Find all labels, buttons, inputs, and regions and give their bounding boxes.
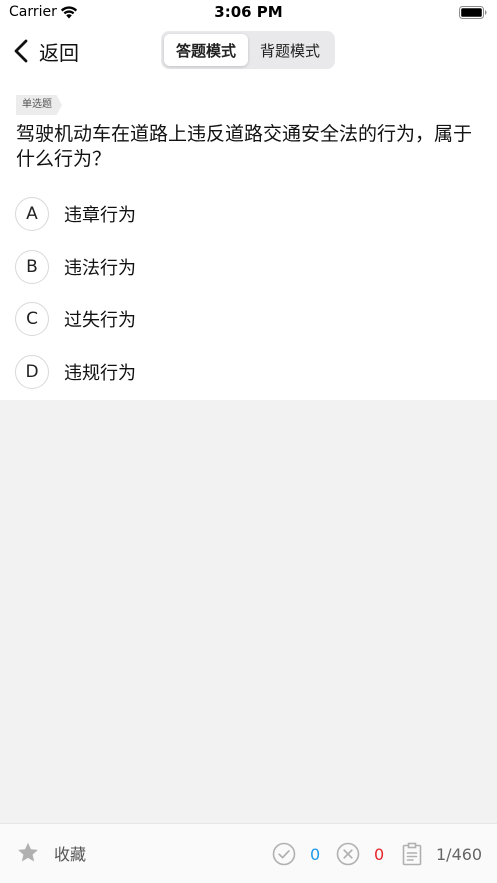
clipboard-icon	[402, 842, 422, 866]
star-icon	[18, 842, 38, 862]
tab-memorize-mode[interactable]: 背题模式	[248, 34, 332, 66]
nav-bar: 返回 答题模式 背题模式	[0, 26, 497, 82]
mode-switch: 答题模式 背题模式	[161, 31, 335, 69]
option-a[interactable]: A 违章行为	[15, 195, 136, 233]
wrong-count: 0	[374, 844, 385, 864]
option-c[interactable]: C 过失行为	[15, 300, 136, 338]
option-letter: C	[15, 302, 49, 336]
question-type-badge: 单选题	[16, 95, 62, 115]
option-label: 过失行为	[64, 310, 136, 331]
correct-count: 0	[310, 844, 321, 864]
option-d[interactable]: D 违规行为	[15, 353, 136, 391]
clock: 3:06 PM	[214, 3, 283, 21]
tab-answer-mode[interactable]: 答题模式	[164, 34, 248, 66]
bottom-toolbar: 收藏 0 0 1/460	[0, 823, 497, 883]
option-label: 违章行为	[64, 205, 136, 226]
progress-label: 1/460	[436, 844, 483, 864]
wrong-count-stat: 0	[336, 841, 384, 867]
check-circle-icon	[272, 842, 296, 866]
question-progress[interactable]: 1/460	[400, 841, 482, 867]
back-label: 返回	[39, 40, 79, 65]
battery-icon	[459, 6, 487, 19]
chevron-left-icon	[14, 39, 28, 63]
status-bar: Carrier 3:06 PM	[0, 0, 497, 26]
option-letter: B	[15, 250, 49, 284]
back-button[interactable]: 返回	[12, 36, 79, 66]
question-card: 单选题 驾驶机动车在道路上违反道路交通安全法的行为，属于什么行为？ A 违章行为…	[0, 82, 497, 400]
option-letter: D	[15, 355, 49, 389]
option-label: 违法行为	[64, 258, 136, 279]
correct-count-stat: 0	[272, 841, 320, 867]
option-b[interactable]: B 违法行为	[15, 248, 136, 286]
favorite-button[interactable]: 收藏	[16, 841, 86, 865]
x-circle-icon	[336, 842, 360, 866]
option-label: 违规行为	[64, 363, 136, 384]
favorite-label: 收藏	[54, 845, 87, 864]
question-text: 驾驶机动车在道路上违反道路交通安全法的行为，属于什么行为？	[16, 123, 473, 170]
option-letter: A	[15, 197, 49, 231]
